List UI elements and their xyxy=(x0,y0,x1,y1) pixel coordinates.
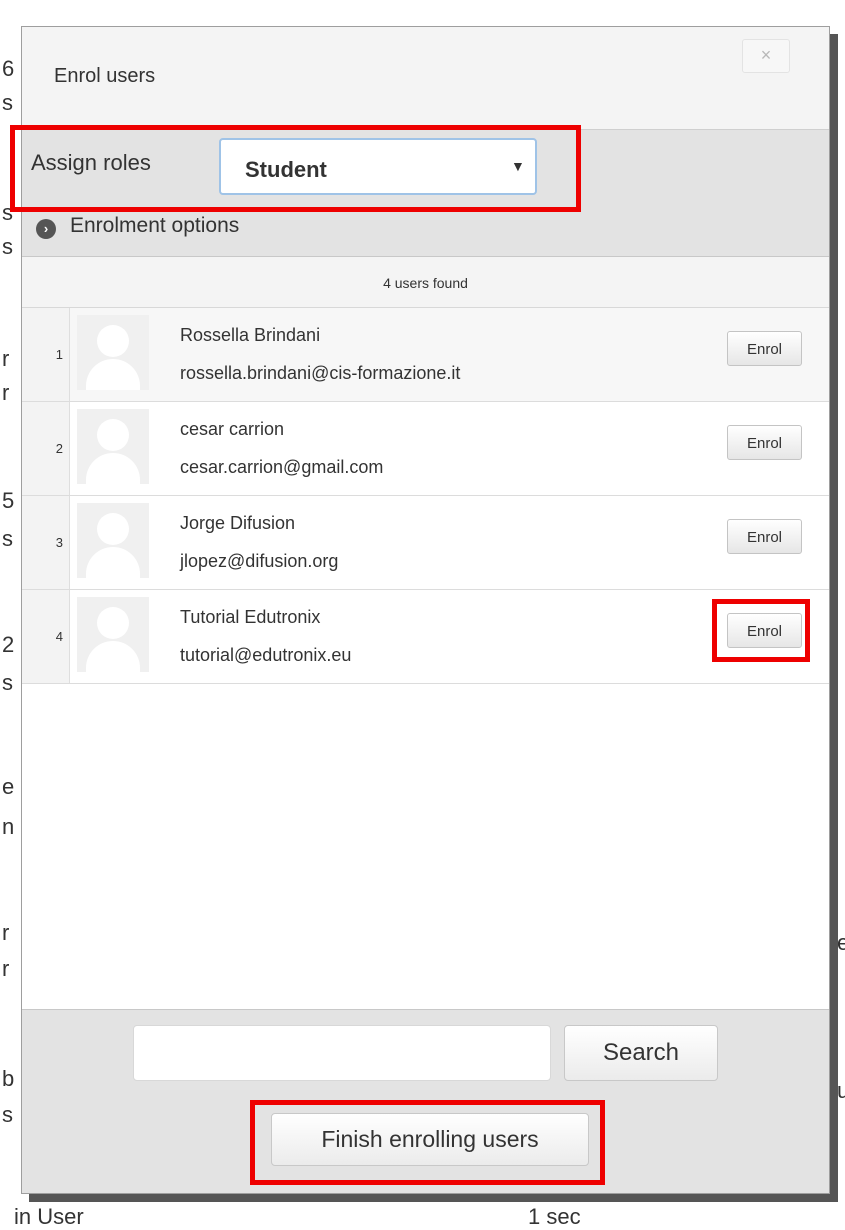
finish-enrolling-button[interactable]: Finish enrolling users xyxy=(271,1113,589,1166)
dialog-header: Enrol users × xyxy=(22,27,829,130)
user-email: jlopez@difusion.org xyxy=(180,551,339,571)
user-email: tutorial@edutronix.eu xyxy=(180,645,352,665)
user-name: Tutorial Edutronix xyxy=(180,607,321,627)
avatar-icon xyxy=(77,409,149,484)
background-text-fragment: s xyxy=(2,90,13,115)
background-text-fragment: s xyxy=(2,200,13,225)
background-text-fragment: s xyxy=(2,234,13,259)
user-list: 1 Rossella Brindani rossella.brindani@ci… xyxy=(22,308,829,684)
background-text-fragment: r xyxy=(2,346,10,371)
user-name: Rossella Brindani xyxy=(180,325,321,345)
search-input[interactable] xyxy=(133,1025,551,1081)
background-text-fragment: 5 xyxy=(2,488,15,513)
close-icon: × xyxy=(760,45,772,65)
background-text-fragment: s xyxy=(2,526,13,551)
user-row: 4 Tutorial Edutronix tutorial@edutronix.… xyxy=(22,590,829,684)
background-text-fragment: u xyxy=(837,1078,845,1103)
row-number: 4 xyxy=(22,590,70,683)
enrolment-options-label: Enrolment options xyxy=(70,214,240,237)
background-text-fragment: in User xyxy=(14,1204,84,1229)
dialog-title: Enrol users xyxy=(54,65,156,87)
avatar-icon xyxy=(77,315,149,390)
dialog-footer: Search Finish enrolling users xyxy=(22,1009,829,1193)
avatar-icon xyxy=(77,503,149,578)
background-text-fragment: e xyxy=(837,930,845,955)
background-text-fragment: s xyxy=(2,1102,13,1127)
background-text-fragment: 1 sec xyxy=(528,1204,581,1229)
assign-roles-label: Assign roles xyxy=(31,150,151,175)
enrol-button[interactable]: Enrol xyxy=(727,519,802,554)
user-row: 1 Rossella Brindani rossella.brindani@ci… xyxy=(22,308,829,402)
role-select-value: Student xyxy=(245,157,327,182)
user-name: Jorge Difusion xyxy=(180,513,296,533)
user-email: rossella.brindani@cis-formazione.it xyxy=(180,363,461,383)
row-number: 2 xyxy=(22,402,70,495)
row-number: 3 xyxy=(22,496,70,589)
enrol-button[interactable]: Enrol xyxy=(727,331,802,366)
dropdown-arrow-icon: ▼ xyxy=(511,158,525,174)
background-text-fragment: r xyxy=(2,956,10,981)
row-number: 1 xyxy=(22,308,70,401)
background-text-fragment: r xyxy=(2,920,10,945)
close-button[interactable]: × xyxy=(742,39,790,73)
user-row: 3 Jorge Difusion jlopez@difusion.org Enr… xyxy=(22,496,829,590)
user-email: cesar.carrion@gmail.com xyxy=(180,457,384,477)
background-text-fragment: r xyxy=(2,380,10,405)
user-name: cesar carrion xyxy=(180,419,285,439)
chevron-right-icon: › xyxy=(36,219,56,239)
background-text-fragment: n xyxy=(2,814,15,839)
enrol-users-dialog: Enrol users × Assign roles Student ▼ › E… xyxy=(21,26,830,1194)
background-text-fragment: e xyxy=(2,774,15,799)
role-select[interactable]: Student ▼ xyxy=(219,138,537,195)
enrol-button[interactable]: Enrol xyxy=(727,613,802,648)
enrol-button[interactable]: Enrol xyxy=(727,425,802,460)
avatar-icon xyxy=(77,597,149,672)
background-text-fragment: b xyxy=(2,1066,15,1091)
assign-roles-bar: Assign roles Student ▼ › Enrolment optio… xyxy=(22,130,829,257)
background-text-fragment: 2 xyxy=(2,632,15,657)
users-found-count: 4 users found xyxy=(22,257,829,308)
user-row: 2 cesar carrion cesar.carrion@gmail.com … xyxy=(22,402,829,496)
background-text-fragment: 6 xyxy=(2,56,15,81)
background-text-fragment: s xyxy=(2,670,13,695)
search-button[interactable]: Search xyxy=(564,1025,718,1081)
